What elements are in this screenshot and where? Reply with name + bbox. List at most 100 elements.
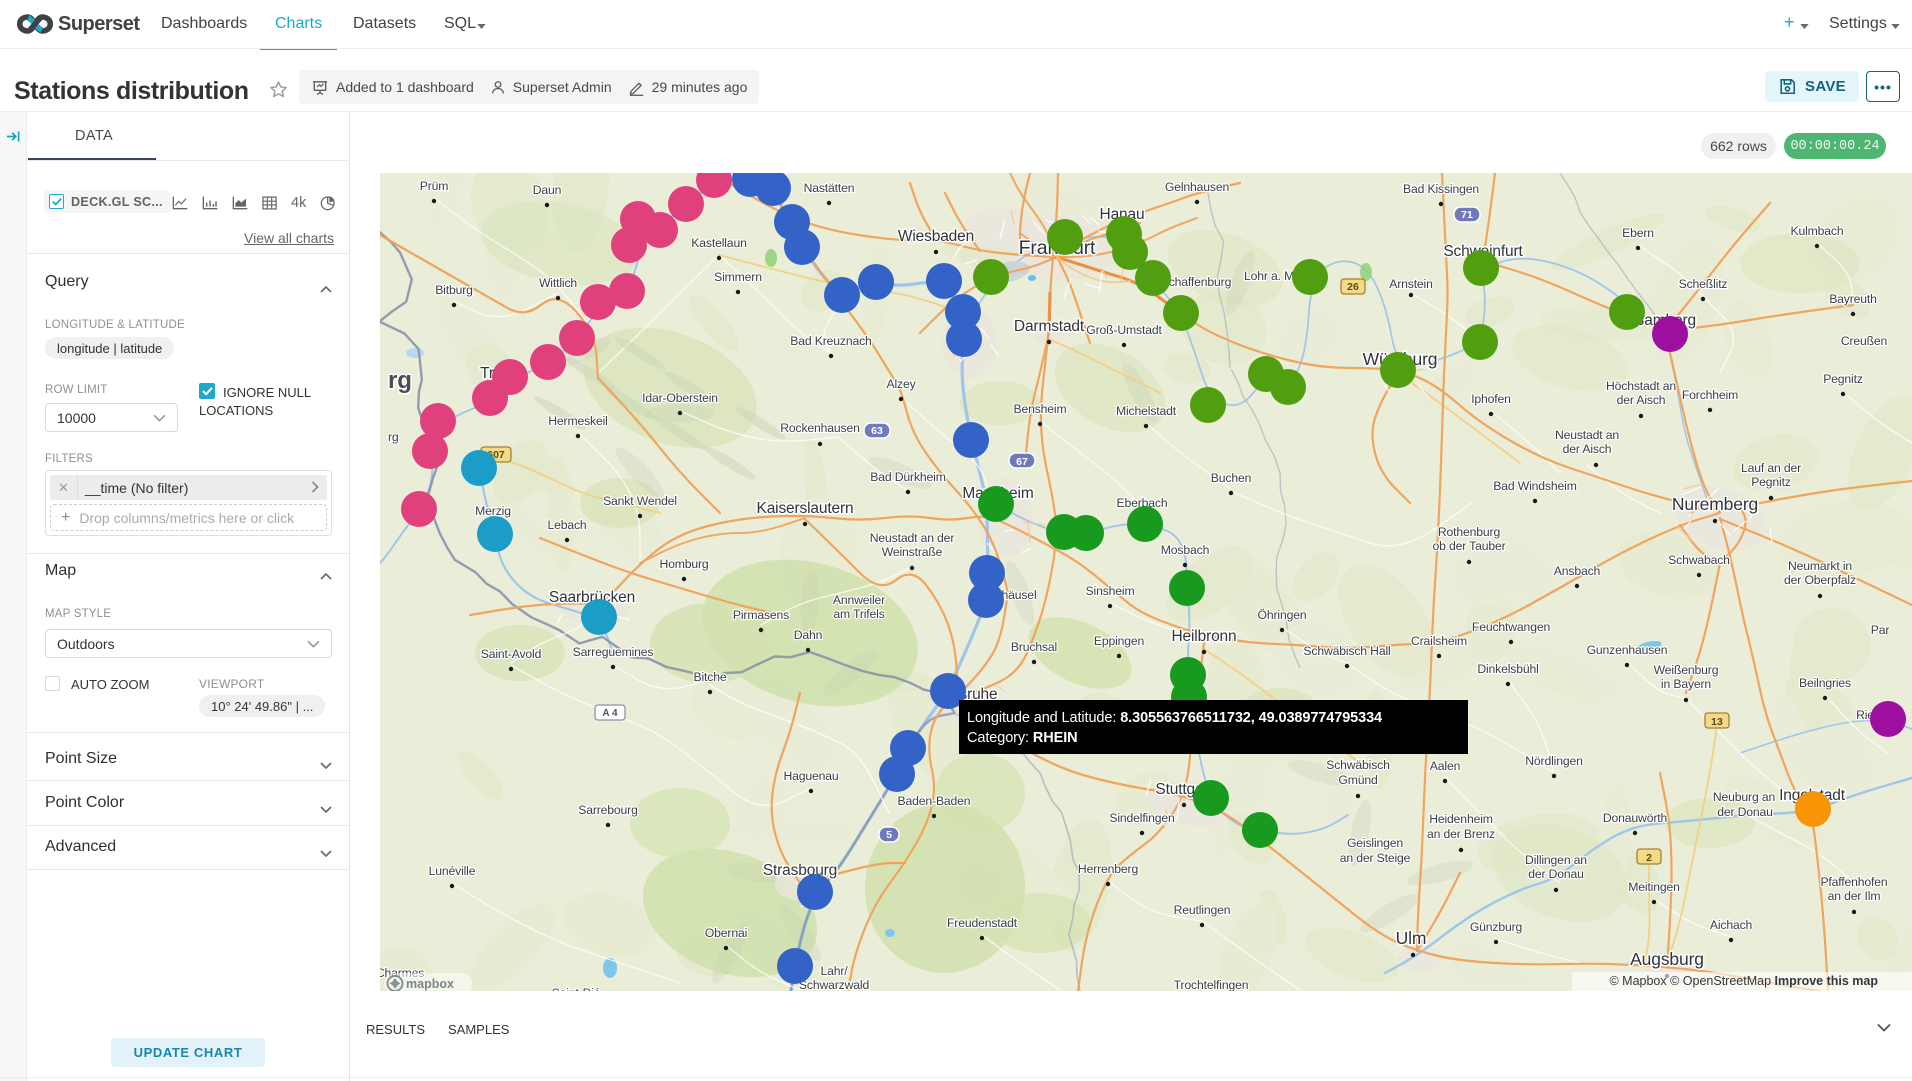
svg-text:Prüm: Prüm <box>420 179 449 193</box>
svg-text:Annweiler: Annweiler <box>833 593 885 607</box>
svg-text:Rockenhausen: Rockenhausen <box>780 421 860 435</box>
svg-text:Heidenheim: Heidenheim <box>1429 812 1493 826</box>
svg-text:Longitude and Latitude: 8.3055: Longitude and Latitude: 8.30556376651173… <box>967 710 1382 726</box>
svg-text:Simmern: Simmern <box>714 270 762 284</box>
svg-text:Beilngries: Beilngries <box>1799 676 1851 690</box>
svg-text:Feuchtwangen: Feuchtwangen <box>1472 620 1550 634</box>
svg-text:Höchstadt an: Höchstadt an <box>1606 379 1676 393</box>
svg-text:Alzey: Alzey <box>886 377 916 391</box>
svg-text:Baden-Baden: Baden-Baden <box>898 794 971 808</box>
svg-text:der Donau: der Donau <box>1717 805 1773 819</box>
svg-text:Sindelfingen: Sindelfingen <box>1109 811 1174 825</box>
svg-text:Schwabach: Schwabach <box>1668 553 1730 567</box>
svg-text:Günzburg: Günzburg <box>1470 920 1522 934</box>
svg-text:© Mapbox © OpenStreetMap Impro: © Mapbox © OpenStreetMap Improve this ma… <box>1609 974 1878 988</box>
svg-text:Dahn: Dahn <box>794 628 823 642</box>
svg-text:an der Ilm: an der Ilm <box>1828 889 1881 903</box>
svg-text:Crailsheim: Crailsheim <box>1411 634 1467 648</box>
svg-text:Pegnitz: Pegnitz <box>1751 475 1791 489</box>
svg-text:der Donau: der Donau <box>1528 867 1584 881</box>
svg-text:67: 67 <box>1016 456 1028 468</box>
svg-text:Strasbourg: Strasbourg <box>763 862 837 879</box>
svg-text:Nastätten: Nastätten <box>804 181 855 195</box>
svg-text:Meitingen: Meitingen <box>1628 880 1680 894</box>
svg-text:Saint-Avold: Saint-Avold <box>481 647 541 661</box>
svg-text:Bad Dürkheim: Bad Dürkheim <box>870 470 945 484</box>
svg-text:Lebach: Lebach <box>547 518 586 532</box>
svg-text:Wiesbaden: Wiesbaden <box>898 228 974 245</box>
svg-text:Weinstraße: Weinstraße <box>882 545 943 559</box>
svg-text:Herrenberg: Herrenberg <box>1078 862 1138 876</box>
svg-text:Nördlingen: Nördlingen <box>1525 754 1582 768</box>
svg-text:26: 26 <box>1347 281 1359 293</box>
svg-text:Groß-Umstadt: Groß-Umstadt <box>1086 323 1162 337</box>
svg-text:Schwäbisch: Schwäbisch <box>1326 758 1390 772</box>
svg-text:mapbox: mapbox <box>406 977 454 991</box>
svg-text:Gmünd: Gmünd <box>1338 773 1377 787</box>
svg-text:Sankt Wendel: Sankt Wendel <box>603 494 677 508</box>
svg-text:Hermeskeil: Hermeskeil <box>548 414 607 428</box>
svg-text:Saint-Dié-: Saint-Dié- <box>552 986 605 991</box>
svg-text:5: 5 <box>886 829 892 841</box>
svg-text:Daun: Daun <box>533 183 562 197</box>
svg-text:Sinsheim: Sinsheim <box>1086 584 1135 598</box>
svg-text:Augsburg: Augsburg <box>1630 949 1704 969</box>
svg-text:Trochtelfingen: Trochtelfingen <box>1174 978 1249 991</box>
svg-text:Donauwörth: Donauwörth <box>1603 811 1667 825</box>
svg-text:Öhringen: Öhringen <box>1258 608 1307 622</box>
svg-text:in Bayern: in Bayern <box>1661 677 1711 691</box>
svg-text:Scheßlitz: Scheßlitz <box>1679 277 1728 291</box>
svg-text:Heilbronn: Heilbronn <box>1172 628 1237 645</box>
svg-text:Geislingen: Geislingen <box>1347 836 1403 850</box>
svg-text:Nuremberg: Nuremberg <box>1672 494 1758 514</box>
svg-text:der Aisch: der Aisch <box>1617 393 1666 407</box>
svg-text:Bruchsal: Bruchsal <box>1011 640 1057 654</box>
svg-text:Mosbach: Mosbach <box>1161 543 1209 557</box>
svg-text:Gunzenhausen: Gunzenhausen <box>1587 643 1668 657</box>
svg-text:Sarreguemines: Sarreguemines <box>573 645 654 659</box>
svg-text:Reutlingen: Reutlingen <box>1174 903 1231 917</box>
svg-text:der Oberpfalz: der Oberpfalz <box>1784 573 1856 587</box>
svg-text:2: 2 <box>1646 852 1652 864</box>
svg-text:Kaiserslautern: Kaiserslautern <box>757 500 854 517</box>
svg-text:Creußen: Creußen <box>1841 334 1887 348</box>
svg-text:Bitche: Bitche <box>694 670 727 684</box>
svg-text:Iphofen: Iphofen <box>1471 392 1511 406</box>
svg-text:an der Steige: an der Steige <box>1340 851 1411 865</box>
svg-text:Dillingen an: Dillingen an <box>1525 853 1587 867</box>
svg-text:13: 13 <box>1711 716 1723 728</box>
svg-text:Michelstadt: Michelstadt <box>1116 404 1177 418</box>
svg-text:Bitburg: Bitburg <box>435 283 473 297</box>
svg-text:Schwarzwald: Schwarzwald <box>799 978 869 991</box>
svg-text:Ebern: Ebern <box>1622 226 1654 240</box>
svg-text:Arnstein: Arnstein <box>1389 277 1433 291</box>
svg-text:Bensheim: Bensheim <box>1014 402 1067 416</box>
svg-text:Gelnhausen: Gelnhausen <box>1165 180 1229 194</box>
svg-text:Aalen: Aalen <box>1430 759 1460 773</box>
svg-text:Kastellaun: Kastellaun <box>691 236 746 250</box>
svg-text:der Aisch: der Aisch <box>1563 442 1612 456</box>
svg-text:Homburg: Homburg <box>659 557 708 571</box>
svg-text:rg: rg <box>388 430 399 444</box>
svg-text:Neumarkt in: Neumarkt in <box>1788 559 1852 573</box>
svg-text:Merzig: Merzig <box>475 504 511 518</box>
svg-text:Darmstadt: Darmstadt <box>1014 318 1085 335</box>
svg-text:Sarrebourg: Sarrebourg <box>578 803 637 817</box>
svg-text:Freudenstadt: Freudenstadt <box>947 916 1018 930</box>
svg-text:Pirmasens: Pirmasens <box>733 608 789 622</box>
svg-text:Neustadt an der: Neustadt an der <box>870 531 955 545</box>
svg-text:Wittlich: Wittlich <box>539 276 577 290</box>
svg-text:Schwäbisch Hall: Schwäbisch Hall <box>1303 644 1390 658</box>
svg-text:71: 71 <box>1461 209 1473 221</box>
svg-text:Ulm: Ulm <box>1396 928 1427 948</box>
svg-text:Haguenau: Haguenau <box>783 769 838 783</box>
svg-text:Category: RHEIN: Category: RHEIN <box>967 730 1078 746</box>
svg-text:Eppingen: Eppingen <box>1094 634 1144 648</box>
svg-text:Ansbach: Ansbach <box>1554 564 1600 578</box>
svg-text:Rothenburg: Rothenburg <box>1438 525 1500 539</box>
svg-text:Forchheim: Forchheim <box>1682 388 1738 402</box>
svg-text:Obernai: Obernai <box>705 926 747 940</box>
svg-text:Neustadt an: Neustadt an <box>1555 428 1619 442</box>
svg-text:Pfaffenhofen: Pfaffenhofen <box>1820 875 1887 889</box>
svg-text:Lahr/: Lahr/ <box>820 964 848 978</box>
